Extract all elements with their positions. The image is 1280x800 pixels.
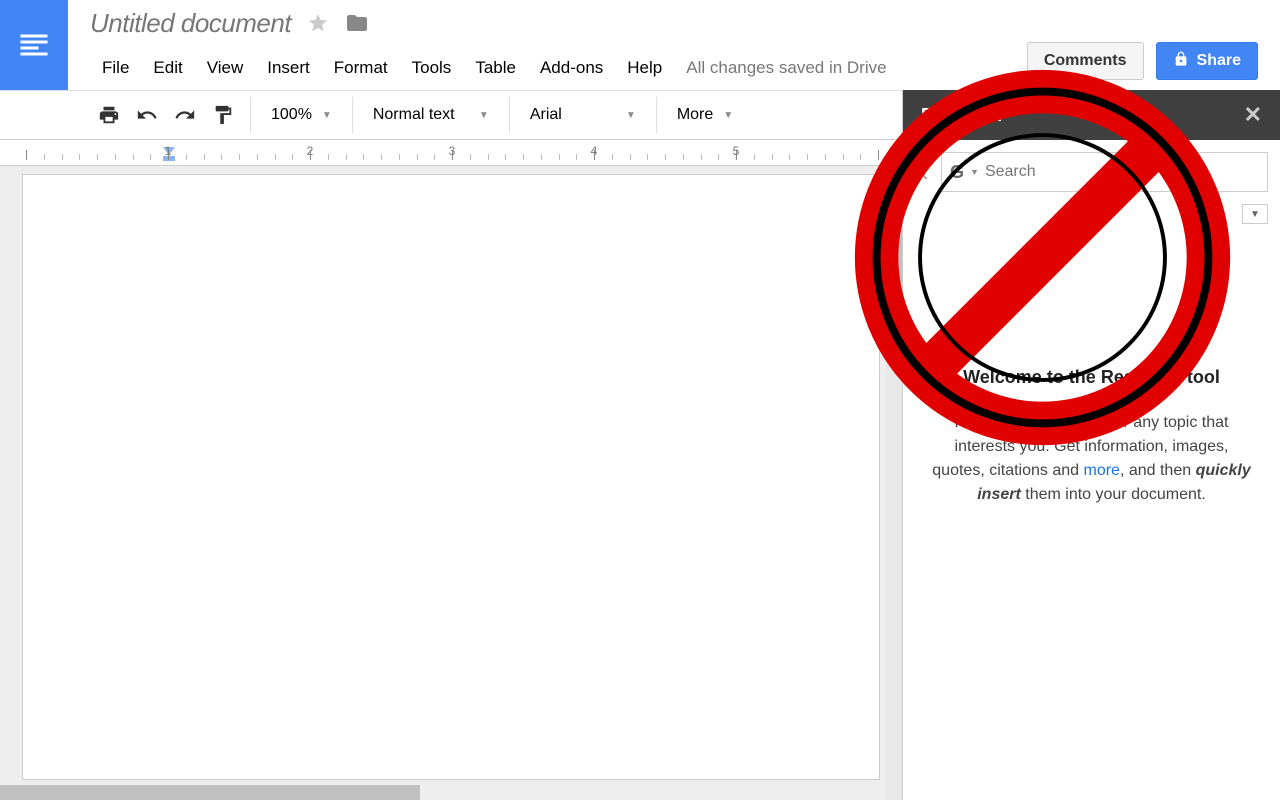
research-header: Research ✕ <box>903 90 1280 140</box>
back-chevron-icon[interactable]: ‹ <box>915 155 933 189</box>
docs-logo[interactable] <box>0 0 68 90</box>
menu-addons[interactable]: Add-ons <box>528 52 615 84</box>
more-toolbar-button[interactable]: More▼ <box>665 97 745 133</box>
vertical-scrollbar[interactable] <box>886 174 902 800</box>
zoom-select[interactable]: 100%▼ <box>259 97 344 133</box>
document-page[interactable] <box>22 174 880 780</box>
share-button[interactable]: Share <box>1156 42 1258 80</box>
menu-file[interactable]: File <box>90 52 141 84</box>
caret-down-icon: ▼ <box>322 110 332 121</box>
research-panel: Research ✕ ‹ G ▼ ▼ Welcome to the Resear… <box>902 90 1280 800</box>
research-title: Research <box>921 105 1002 126</box>
horizontal-scrollbar-thumb[interactable] <box>0 785 420 800</box>
menu-tools[interactable]: Tools <box>400 52 464 84</box>
ruler[interactable]: 1 2 3 4 5 <box>0 140 902 166</box>
research-welcome-title: Welcome to the Research tool <box>927 364 1256 391</box>
research-search-box[interactable]: G ▼ <box>941 152 1268 192</box>
caret-down-icon: ▼ <box>626 110 636 121</box>
close-icon[interactable]: ✕ <box>1244 102 1262 128</box>
filter-dropdown[interactable]: ▼ <box>1242 204 1268 224</box>
separator <box>352 97 353 133</box>
more-link[interactable]: more <box>1084 462 1120 479</box>
ruler-number: 1 <box>165 144 172 158</box>
document-title[interactable]: Untitled document <box>90 8 291 39</box>
document-canvas: 1 2 3 4 5 <box>0 140 902 800</box>
scrollbar-thumb[interactable] <box>886 174 902 284</box>
caret-down-icon: ▼ <box>723 110 733 121</box>
caret-down-icon: ▼ <box>479 110 489 121</box>
separator <box>509 97 510 133</box>
research-search-input[interactable] <box>985 163 1259 181</box>
redo-icon[interactable] <box>166 97 204 133</box>
separator <box>656 97 657 133</box>
menu-edit[interactable]: Edit <box>141 52 194 84</box>
ruler-number: 3 <box>449 144 456 158</box>
menu-table[interactable]: Table <box>463 52 528 84</box>
google-icon: G <box>950 162 964 183</box>
lock-icon <box>1173 51 1189 72</box>
font-select[interactable]: Arial▼ <box>518 97 648 133</box>
save-status: All changes saved in Drive <box>686 58 886 78</box>
star-icon[interactable] <box>307 12 329 34</box>
menu-format[interactable]: Format <box>322 52 400 84</box>
separator <box>250 97 251 133</box>
comments-label: Comments <box>1044 52 1127 70</box>
menu-help[interactable]: Help <box>615 52 674 84</box>
comments-button[interactable]: Comments <box>1027 42 1144 80</box>
menu-view[interactable]: View <box>195 52 256 84</box>
research-welcome-text: Here you can search for any topic that i… <box>927 411 1256 507</box>
share-label: Share <box>1197 52 1241 70</box>
folder-icon[interactable] <box>345 11 369 35</box>
paragraph-style-select[interactable]: Normal text▼ <box>361 97 501 133</box>
undo-icon[interactable] <box>128 97 166 133</box>
print-icon[interactable] <box>90 97 128 133</box>
ruler-number: 2 <box>307 144 314 158</box>
caret-down-icon[interactable]: ▼ <box>970 167 979 177</box>
paint-format-icon[interactable] <box>204 97 242 133</box>
ruler-number: 5 <box>733 144 740 158</box>
menu-insert[interactable]: Insert <box>255 52 322 84</box>
ruler-number: 4 <box>591 144 598 158</box>
